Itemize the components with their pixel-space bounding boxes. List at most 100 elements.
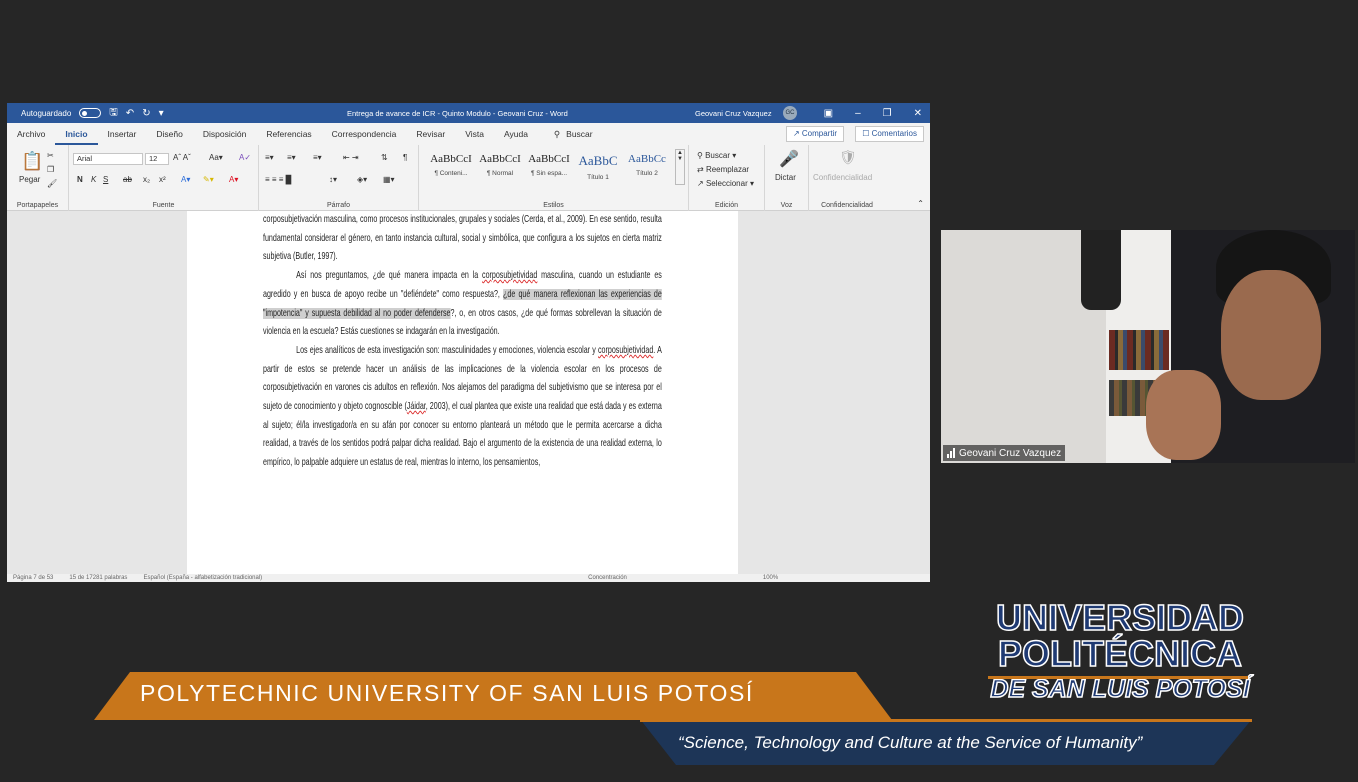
logo-line-2: POLITÉCNICA <box>997 633 1243 674</box>
text-effects-icon[interactable]: A▾ <box>181 175 190 184</box>
subscript-icon[interactable]: x₂ <box>143 175 150 184</box>
books <box>1109 330 1169 370</box>
cut-icon[interactable]: ✂ <box>47 151 54 160</box>
indent-icon[interactable]: ⇤ ⇥ <box>343 153 359 162</box>
dictate-button[interactable]: Dictar <box>775 173 796 182</box>
tab-disposicion[interactable]: Disposición <box>193 123 256 145</box>
tab-inicio[interactable]: Inicio <box>55 123 98 145</box>
format-painter-icon[interactable]: 🖌 <box>47 179 57 188</box>
comments-label: Comentarios <box>871 129 917 138</box>
save-icon[interactable]: 🖫 <box>109 105 118 122</box>
sensitivity-icon[interactable]: 🛡 <box>839 149 857 166</box>
spelling-error[interactable]: corposubjetividad <box>598 345 653 356</box>
style-item[interactable]: AaBbC Título 1 <box>574 149 622 183</box>
styles-scroll-icon[interactable]: ▲ ▼ <box>675 149 685 185</box>
ribbon-tabs: Archivo Inicio Insertar Diseño Disposici… <box>7 123 930 145</box>
paragraph: Los ejes analíticos de esta investigació… <box>263 342 662 473</box>
spelling-error[interactable]: corposubjetividad <box>482 270 537 281</box>
undo-icon[interactable]: ↶ <box>126 108 134 119</box>
pilcrow-icon[interactable]: ¶ <box>403 153 407 162</box>
minimize-icon[interactable]: – <box>855 108 861 119</box>
avatar[interactable]: GC <box>783 106 797 120</box>
zoom-level[interactable]: 100% <box>763 575 778 581</box>
tab-referencias[interactable]: Referencias <box>256 123 321 145</box>
ribbon-display-icon[interactable]: ▣ <box>824 108 833 119</box>
text-run: Los ejes analíticos de esta investigació… <box>296 344 598 356</box>
close-icon[interactable]: ✕ <box>914 108 922 119</box>
style-name: ¶ Conteni... <box>434 170 468 177</box>
paste-icon[interactable]: 📋 <box>21 151 43 172</box>
word-count[interactable]: 15 de 17281 palabras <box>69 575 127 581</box>
person-hand <box>1146 370 1221 460</box>
replace-button[interactable]: ⇄ Reemplazar <box>697 165 749 174</box>
collapse-ribbon-icon[interactable]: ⌃ <box>917 199 924 208</box>
align-icons[interactable]: ≡ ≡ ≡ █ <box>265 175 291 184</box>
style-item[interactable]: AaBbCcI ¶ Sin espa... <box>525 149 573 183</box>
highlight-icon[interactable]: ✎▾ <box>203 175 214 184</box>
multilevel-icon[interactable]: ≡▾ <box>313 153 322 162</box>
spelling-error[interactable]: Jáidar <box>407 401 426 412</box>
editing-label: Edición <box>715 202 738 209</box>
bullets-icon[interactable]: ≡▾ <box>265 153 274 162</box>
tab-vista[interactable]: Vista <box>455 123 494 145</box>
strikethrough-icon[interactable]: ab <box>123 175 132 184</box>
find-button[interactable]: ⚲ Buscar ▾ <box>697 151 736 160</box>
participant-name: Geovani Cruz Vazquez <box>959 447 1062 459</box>
underline-icon[interactable]: S <box>103 175 108 184</box>
select-button[interactable]: ↗ Seleccionar ▾ <box>697 179 754 188</box>
title-bar: Autoguardado 🖫 ↶ ↻ ▾ Entrega de avance d… <box>7 103 930 123</box>
style-item[interactable]: AaBbCcI ¶ Conteni... <box>427 149 475 183</box>
superscript-icon[interactable]: x² <box>159 175 166 184</box>
shading-icon[interactable]: ◈▾ <box>357 175 367 184</box>
change-case-icon[interactable]: Aa▾ <box>209 153 223 162</box>
tab-ayuda[interactable]: Ayuda <box>494 123 538 145</box>
line-spacing-icon[interactable]: ↕▾ <box>329 175 337 184</box>
style-sample: AaBbCc <box>628 153 666 165</box>
clear-format-icon[interactable]: A✓ <box>239 153 251 162</box>
comments-button[interactable]: ☐ Comentarios <box>855 126 924 142</box>
font-size-select[interactable]: 12 <box>145 153 169 165</box>
italic-icon[interactable]: K <box>91 175 96 184</box>
select-label: Seleccionar <box>705 179 748 188</box>
style-item[interactable]: AaBbCcI ¶ Normal <box>476 149 524 183</box>
style-sample: AaBbCcI <box>479 153 521 165</box>
tab-revisar[interactable]: Revisar <box>406 123 455 145</box>
document-page[interactable]: corposubjetivación masculina, como proce… <box>187 211 738 574</box>
language-status[interactable]: Español (España - alfabetización tradici… <box>143 575 262 581</box>
paragraph: Así nos preguntamos, ¿de qué manera impa… <box>263 267 662 342</box>
borders-icon[interactable]: ▦▾ <box>383 175 395 184</box>
microphone-icon[interactable]: 🎤 <box>779 149 799 169</box>
tab-diseno[interactable]: Diseño <box>146 123 192 145</box>
bold-icon[interactable]: N <box>77 175 83 184</box>
sensitivity-button[interactable]: Confidencialidad <box>813 173 872 182</box>
font-color-icon[interactable]: A▾ <box>229 175 238 184</box>
style-sample: AaBbCcI <box>430 153 472 165</box>
style-item[interactable]: AaBbCc Título 2 <box>623 149 671 183</box>
document-text[interactable]: corposubjetivación masculina, como proce… <box>263 211 662 473</box>
autosave-label: Autoguardado <box>21 108 72 118</box>
tab-archivo[interactable]: Archivo <box>7 123 55 145</box>
customize-icon[interactable]: ▾ <box>159 108 164 119</box>
search-icon: ⚲ <box>553 128 561 139</box>
paste-button[interactable]: Pegar <box>19 175 40 184</box>
font-name-select[interactable]: Arial <box>73 153 143 165</box>
numbering-icon[interactable]: ≡▾ <box>287 153 296 162</box>
clipboard-group: 📋 Pegar ✂ ❐ 🖌 Portapapeles <box>7 145 69 211</box>
page-count[interactable]: Página 7 de 53 <box>13 575 53 581</box>
maximize-icon[interactable]: ❐ <box>883 108 892 119</box>
sort-icon[interactable]: ⇅ <box>381 153 388 162</box>
text-run: Así nos preguntamos, ¿de qué manera impa… <box>296 270 483 282</box>
document-area[interactable]: corposubjetivación masculina, como proce… <box>7 211 930 574</box>
clipboard-label: Portapapeles <box>16 202 59 209</box>
tab-insertar[interactable]: Insertar <box>98 123 147 145</box>
focus-mode[interactable]: Concentración <box>588 575 627 581</box>
share-button[interactable]: ↗ Compartir <box>785 126 844 142</box>
redo-icon[interactable]: ↻ <box>142 108 150 119</box>
user-name[interactable]: Geovani Cruz Vazquez <box>695 109 772 118</box>
copy-icon[interactable]: ❐ <box>47 165 54 174</box>
coat <box>1081 230 1121 310</box>
search-box[interactable]: ⚲ Buscar <box>538 129 593 140</box>
grow-font-icon[interactable]: Aˆ Aˇ <box>173 153 191 162</box>
tab-correspondencia[interactable]: Correspondencia <box>322 123 407 145</box>
autosave-toggle[interactable] <box>79 108 102 118</box>
